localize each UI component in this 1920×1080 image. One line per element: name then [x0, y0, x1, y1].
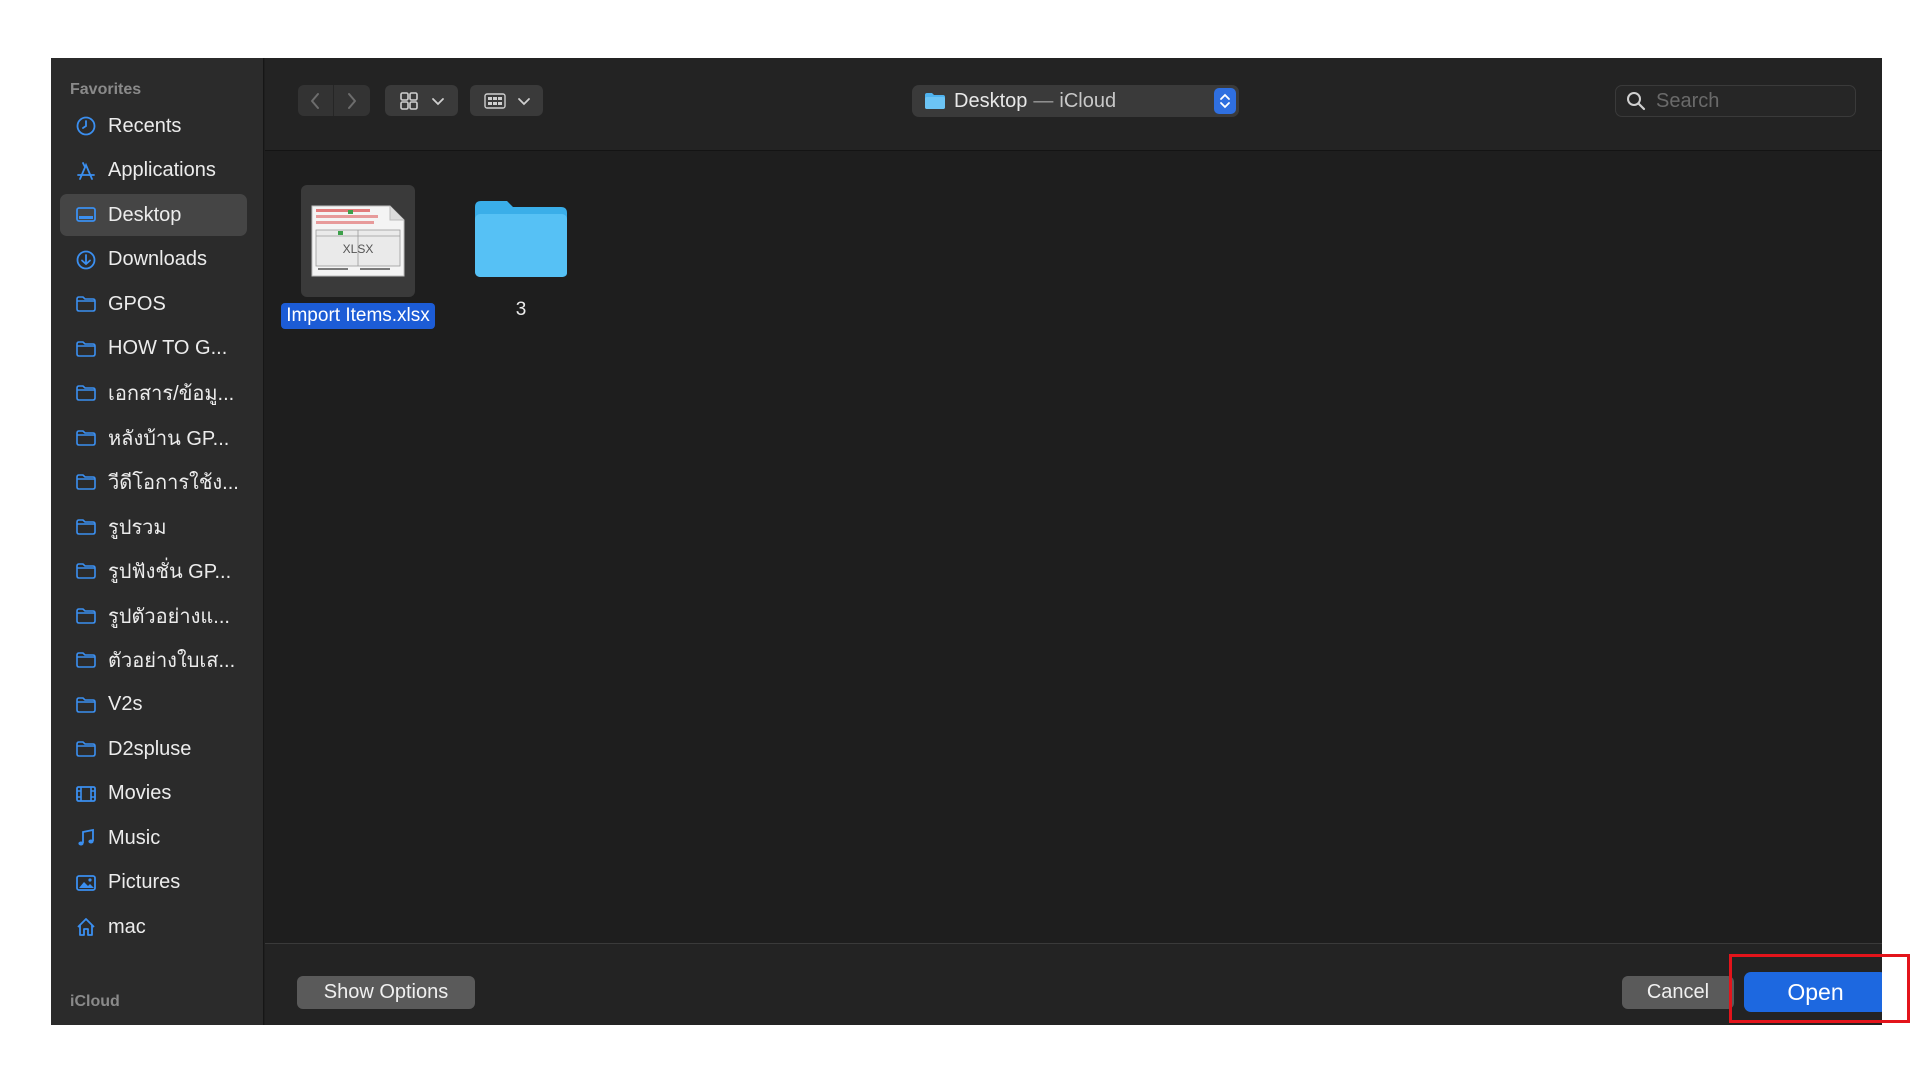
open-file-dialog: Favorites Recents Applications Desktop Down…: [51, 58, 1882, 1025]
pictures-icon: [74, 871, 98, 895]
show-options-button[interactable]: Show Options: [297, 976, 475, 1009]
sidebar-item-label: หลังบ้าน GP...: [108, 427, 230, 450]
sidebar-item-item-9[interactable]: รูปรวม: [60, 506, 247, 548]
spreadsheet-file-icon: [311, 205, 405, 277]
folder-icon: [74, 381, 98, 405]
sidebar-item-label: รูปรวม: [108, 516, 167, 539]
folder-icon: [74, 648, 98, 672]
sidebar-item-label: Movies: [108, 782, 172, 804]
sidebar-item-label: วีดีโอการใช้ง...: [108, 472, 239, 494]
sidebar: Favorites Recents Applications Desktop Down…: [51, 58, 264, 1025]
folder-icon: [74, 604, 98, 628]
sidebar-item-applications[interactable]: Applications: [60, 150, 247, 192]
up-down-chevron-icon: [1220, 93, 1230, 109]
sidebar-item-label: รูปตัวอย่างแ...: [108, 605, 230, 628]
sidebar-item-icloud-drive[interactable]: iCloud Drive: [60, 1014, 247, 1026]
sidebar-item-desktop[interactable]: Desktop: [60, 194, 247, 236]
sidebar-item-label: ตัวอย่างใบเส...: [108, 650, 236, 672]
folder-icon: [74, 426, 98, 450]
sidebar-item-music[interactable]: Music: [60, 817, 247, 859]
sidebar-item-downloads[interactable]: Downloads: [60, 239, 247, 281]
chevron-down-icon: [431, 97, 444, 105]
sidebar-item-label: Applications: [108, 159, 216, 181]
forward-button[interactable]: [333, 85, 370, 116]
location-popup[interactable]: Desktop — iCloud: [912, 85, 1239, 117]
location-separator: —: [1033, 89, 1054, 112]
location-source: iCloud: [1059, 89, 1117, 112]
sidebar-item-gpos[interactable]: GPOS: [60, 283, 247, 325]
sidebar-item-label: รูปฟังชั่น GP...: [108, 561, 232, 583]
open-button[interactable]: Open: [1744, 972, 1882, 1012]
folder-icon: [925, 93, 945, 109]
sidebar-item-label: เอกสาร/ข้อมู...: [108, 383, 235, 405]
icloud-header: iCloud: [70, 993, 120, 1010]
folder-icon: [74, 737, 98, 761]
sidebar-item-label: D2spluse: [108, 737, 192, 760]
chevron-right-icon: [347, 92, 356, 109]
folder-icon: [74, 515, 98, 539]
search-input[interactable]: [1656, 89, 1846, 113]
sidebar-item-label: Music: [108, 826, 161, 849]
view-mode-button[interactable]: [385, 85, 458, 116]
bottom-bar: Show Options Cancel Open: [265, 943, 1882, 1025]
download-icon: [74, 248, 98, 272]
xlsx-thumb-label: XLSX: [342, 242, 374, 256]
sidebar-item-label: Desktop: [108, 203, 182, 226]
folder-icon: [74, 559, 98, 583]
clock-icon: [74, 114, 98, 138]
folder-icon: [74, 470, 98, 494]
folder-icon: [475, 201, 567, 277]
chevron-down-icon: [517, 97, 530, 105]
file-browser-area: XLSX Import Items.xlsx 3: [265, 152, 1882, 943]
sidebar-item-item-12[interactable]: ตัวอย่างใบเส...: [60, 639, 247, 681]
folder-name-label: 3: [515, 299, 527, 320]
sidebar-item-label: HOW TO G...: [108, 337, 228, 359]
sidebar-item-label: Recents: [108, 114, 182, 137]
search-field[interactable]: [1615, 85, 1856, 117]
sidebar-item-item-8[interactable]: วีดีโอการใช้ง...: [60, 461, 247, 503]
sidebar-item-movies[interactable]: Movies: [60, 773, 247, 815]
folder-icon: [74, 693, 98, 717]
file-name-label: Import Items.xlsx: [281, 303, 435, 329]
sidebar-item-gp[interactable]: หลังบ้าน GP...: [60, 417, 247, 459]
sidebar-item-recents[interactable]: Recents: [60, 105, 247, 147]
search-icon: [1627, 92, 1646, 111]
folder-icon: [74, 292, 98, 316]
applications-icon: [74, 159, 98, 183]
sidebar-item-label: Pictures: [108, 871, 181, 893]
back-button[interactable]: [297, 85, 334, 116]
file-item-import-items[interactable]: XLSX Import Items.xlsx: [277, 185, 439, 329]
sidebar-item-d2spluse[interactable]: D2spluse: [60, 728, 247, 770]
desktop-icon: [74, 203, 98, 227]
sidebar-item-item-11[interactable]: รูปตัวอย่างแ...: [60, 595, 247, 637]
sidebar-item-label: GPOS: [108, 292, 166, 315]
sidebar-item-v2s[interactable]: V2s: [60, 684, 247, 726]
cloud-icon: [74, 1023, 98, 1025]
sidebar-item-pictures[interactable]: Pictures: [60, 862, 247, 904]
location-stepper[interactable]: [1214, 88, 1236, 114]
group-by-button[interactable]: [470, 85, 543, 116]
sidebar-item-mac[interactable]: mac: [60, 906, 247, 948]
sidebar-item-label: Downloads: [108, 248, 207, 270]
home-icon: [74, 915, 98, 939]
group-grid-icon: [483, 92, 506, 109]
folder-icon: [74, 337, 98, 361]
music-icon: [74, 826, 98, 850]
file-thumbnail: XLSX: [301, 185, 415, 297]
cancel-button[interactable]: Cancel: [1622, 976, 1734, 1009]
sidebar-item-label: iCloud Drive: [108, 1024, 217, 1026]
sidebar-item-gp[interactable]: รูปฟังชั่น GP...: [60, 550, 247, 592]
sidebar-item-item-6[interactable]: เอกสาร/ข้อมู...: [60, 372, 247, 414]
sidebar-item-how-to-g[interactable]: HOW TO G...: [60, 328, 247, 370]
navigation-buttons: [297, 85, 370, 116]
location-folder-name: Desktop: [954, 89, 1028, 112]
icon-grid-icon: [399, 91, 418, 110]
favorites-header: Favorites: [70, 81, 142, 98]
folder-item-3[interactable]: 3: [465, 197, 577, 323]
sidebar-item-label: V2s: [108, 693, 143, 715]
sidebar-item-label: mac: [108, 915, 146, 938]
chevron-left-icon: [311, 92, 319, 109]
film-icon: [74, 782, 98, 806]
toolbar: Desktop — iCloud: [265, 58, 1882, 151]
